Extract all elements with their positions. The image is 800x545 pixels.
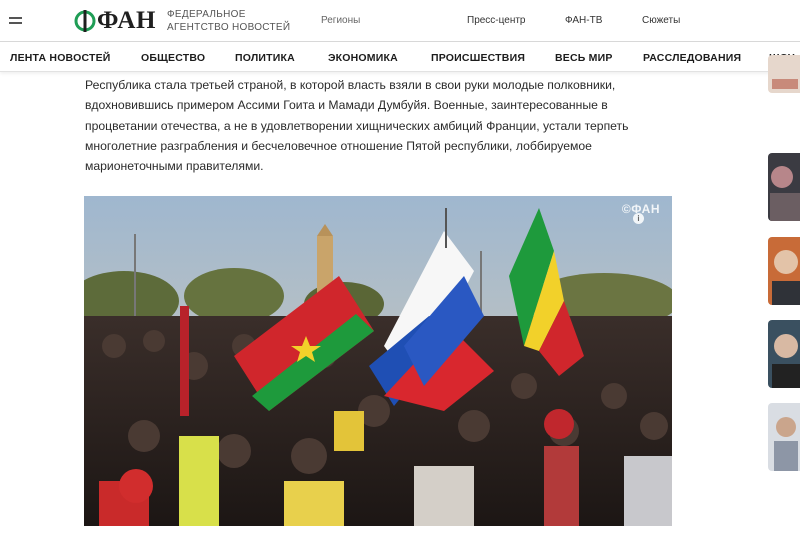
rally-photo-image [84, 196, 672, 526]
logo-subtitle: ФЕДЕРАЛЬНОЕ АГЕНТСТВО НОВОСТЕЙ [167, 8, 297, 34]
nav-item-politics[interactable]: ПОЛИТИКА [235, 52, 295, 64]
sidebar-thumbnail[interactable] [768, 320, 800, 388]
thumbnail-image [768, 55, 800, 93]
article-photo[interactable]: ©ФАН i [84, 196, 672, 526]
thumbnail-image [768, 403, 800, 471]
article-line: процветании отечества, а не в удовлетвор… [85, 118, 629, 133]
sidebar-thumbnail[interactable] [768, 55, 800, 93]
article-line: вдохновившись примером Ассими Гоита и Ма… [85, 98, 608, 113]
link-press-center[interactable]: Пресс-центр [467, 15, 525, 26]
nav-item-society[interactable]: ОБЩЕСТВО [141, 52, 205, 64]
link-regions[interactable]: Регионы [321, 15, 360, 26]
link-stories[interactable]: Сюжеты [642, 15, 680, 26]
logo-subtitle-line1: ФЕДЕРАЛЬНОЕ [167, 9, 246, 20]
thumbnail-image [768, 320, 800, 388]
nav-item-economy[interactable]: ЭКОНОМИКА [328, 52, 398, 64]
nav-item-news-feed[interactable]: ЛЕНТА НОВОСТЕЙ [10, 52, 111, 64]
sidebar-thumbnail[interactable] [768, 237, 800, 305]
nav-item-investigations[interactable]: РАССЛЕДОВАНИЯ [643, 52, 741, 64]
thumbnail-image [768, 153, 800, 221]
logo-text: ФАН [97, 7, 156, 34]
article-line: многолетние разграбления и бесчеловечное… [85, 138, 592, 153]
site-header: ФАН ФЕДЕРАЛЬНОЕ АГЕНТСТВО НОВОСТЕЙ Регио… [0, 0, 800, 42]
article-line: Республика стала третьей страной, в кото… [85, 78, 616, 92]
sidebar-thumbnail[interactable] [768, 403, 800, 471]
nav-item-incidents[interactable]: ПРОИСШЕСТВИЯ [431, 52, 525, 64]
sidebar-thumbnail[interactable] [768, 153, 800, 221]
article-body: Республика стала третьей страной, в кото… [85, 75, 685, 176]
logo-subtitle-line2: АГЕНТСТВО НОВОСТЕЙ [167, 22, 291, 33]
nav-item-world[interactable]: ВЕСЬ МИР [555, 52, 613, 64]
article-line: марионеточными правителями. [85, 159, 264, 174]
info-icon[interactable]: i [633, 213, 644, 224]
site-logo[interactable]: ФАН [74, 7, 156, 35]
hamburger-icon[interactable] [9, 17, 22, 25]
fan-logo-icon [74, 10, 96, 32]
thumbnail-image [768, 237, 800, 305]
link-fan-tv[interactable]: ФАН-ТВ [565, 15, 602, 26]
category-nav: ЛЕНТА НОВОСТЕЙ ОБЩЕСТВО ПОЛИТИКА ЭКОНОМИ… [0, 42, 800, 72]
